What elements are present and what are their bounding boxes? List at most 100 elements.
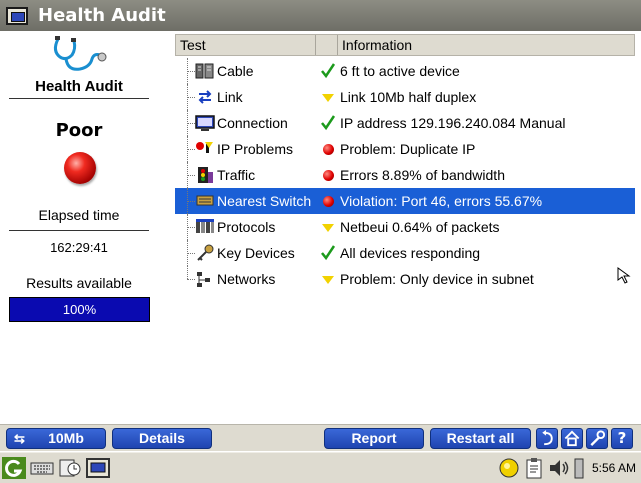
ok-check-icon	[321, 115, 336, 131]
summary-panel: Health Audit Poor Elapsed time 162:29:41…	[0, 31, 158, 423]
tree-branch	[187, 201, 195, 202]
taskbar: 5:56 AM	[0, 452, 641, 483]
tree-branch	[187, 97, 195, 98]
report-button[interactable]: Report	[324, 428, 424, 449]
start-menu-icon[interactable]	[2, 457, 26, 479]
column-header-status[interactable]	[316, 35, 338, 55]
error-dot-icon	[320, 167, 336, 183]
tree-branch	[187, 279, 195, 280]
status-led-icon	[64, 152, 96, 184]
test-name: Nearest Switch	[217, 193, 312, 209]
warning-triangle-icon	[320, 89, 336, 105]
app-window-icon[interactable]	[6, 6, 28, 25]
back-arrow-icon	[542, 429, 553, 446]
tools-button[interactable]	[586, 428, 608, 449]
clipboard-icon[interactable]	[522, 457, 546, 479]
warning-triangle-icon	[320, 219, 336, 235]
divider	[9, 98, 149, 99]
mouse-pointer-icon	[617, 267, 631, 284]
table-row[interactable]: IP Problems Problem: Duplicate IP	[175, 136, 635, 162]
test-information: IP address 129.196.240.084 Manual	[340, 115, 566, 131]
test-name: Cable	[217, 63, 254, 79]
test-name: Protocols	[217, 219, 276, 235]
test-name: Traffic	[217, 167, 256, 183]
title-bar: Health Audit	[0, 0, 641, 31]
error-dot-icon	[320, 141, 336, 157]
test-information: All devices responding	[340, 245, 481, 261]
table-row[interactable]: Cable 6 ft to active device	[175, 58, 635, 84]
test-information: Violation: Port 46, errors 55.67%	[340, 193, 543, 209]
stethoscope-icon	[53, 36, 107, 71]
warning-triangle-icon	[320, 271, 336, 287]
results-table: Test Information Cable 6 ft to active dev…	[175, 34, 635, 418]
networks-icon	[197, 272, 210, 287]
test-name: Connection	[217, 115, 288, 131]
tree-branch	[187, 227, 195, 228]
key-devices-icon	[197, 244, 214, 261]
window-title: Health Audit	[38, 5, 166, 26]
tree-branch	[187, 71, 195, 72]
ok-check-icon	[321, 245, 336, 261]
tree-line	[187, 266, 188, 279]
connection-icon	[195, 115, 215, 131]
battery-icon[interactable]	[572, 457, 586, 479]
health-audit-task-icon[interactable]	[86, 457, 110, 479]
link-speed-button[interactable]: ⇆ 10Mb	[6, 428, 106, 449]
ok-check-icon	[321, 63, 336, 79]
table-row[interactable]: Traffic Errors 8.89% of bandwidth	[175, 162, 635, 188]
test-information: Problem: Duplicate IP	[340, 141, 476, 157]
test-information: Errors 8.89% of bandwidth	[340, 167, 505, 183]
test-name: Key Devices	[217, 245, 295, 261]
link-speed-label: 10Mb	[48, 430, 84, 446]
home-button[interactable]	[561, 428, 583, 449]
results-progress-bar: 100%	[9, 297, 150, 322]
table-row[interactable]: Protocols Netbeui 0.64% of packets	[175, 214, 635, 240]
test-information: 6 ft to active device	[340, 63, 460, 79]
home-icon	[564, 430, 580, 447]
link-arrows-icon: ⇆	[14, 431, 25, 446]
table-row[interactable]: Networks Problem: Only device in subnet	[175, 266, 635, 292]
details-button[interactable]: Details	[112, 428, 212, 449]
results-available-label: Results available	[26, 275, 132, 291]
table-row[interactable]: Nearest Switch Violation: Port 46, errors…	[175, 188, 635, 214]
link-icon	[198, 90, 212, 104]
test-name: IP Problems	[217, 141, 293, 157]
elapsed-time-label: Elapsed time	[38, 207, 120, 223]
table-row[interactable]: Key Devices All devices responding	[175, 240, 635, 266]
help-icon: ?	[617, 429, 627, 447]
elapsed-time-value: 162:29:41	[50, 240, 108, 255]
test-information: Problem: Only device in subnet	[340, 271, 534, 287]
divider	[9, 230, 149, 231]
switch-icon	[196, 195, 214, 206]
volume-icon[interactable]	[547, 457, 571, 479]
overall-status: Poor	[55, 120, 103, 141]
protocols-icon	[196, 219, 214, 233]
help-button[interactable]: ?	[611, 428, 633, 449]
restart-all-button[interactable]: Restart all	[430, 428, 531, 449]
error-dot-icon	[320, 193, 336, 209]
tree-branch	[187, 149, 195, 150]
test-information: Netbeui 0.64% of packets	[340, 219, 500, 235]
network-status-icon[interactable]	[497, 457, 521, 479]
keyboard-icon[interactable]	[30, 457, 54, 479]
clock-app-icon[interactable]	[58, 457, 82, 479]
table-row[interactable]: Link Link 10Mb half duplex	[175, 84, 635, 110]
test-name: Networks	[217, 271, 276, 287]
column-header-information[interactable]: Information	[338, 35, 634, 55]
tree-branch	[187, 123, 195, 124]
tree-branch	[187, 253, 195, 254]
tree-branch	[187, 175, 195, 176]
table-row[interactable]: Connection IP address 129.196.240.084 Man…	[175, 110, 635, 136]
test-name: Link	[217, 89, 243, 105]
wrench-icon	[590, 430, 606, 446]
progress-text: 100%	[62, 302, 97, 317]
traffic-icon	[198, 167, 213, 183]
button-bar: ⇆ 10Mb Details Report Restart all ?	[0, 424, 641, 451]
test-information: Link 10Mb half duplex	[340, 89, 477, 105]
app-name-label: Health Audit	[35, 78, 123, 95]
taskbar-clock: 5:56 AM	[592, 461, 637, 475]
back-button[interactable]	[536, 428, 558, 449]
column-header-test[interactable]: Test	[176, 35, 316, 55]
cable-icon	[195, 63, 214, 79]
table-header: Test Information	[175, 34, 635, 56]
